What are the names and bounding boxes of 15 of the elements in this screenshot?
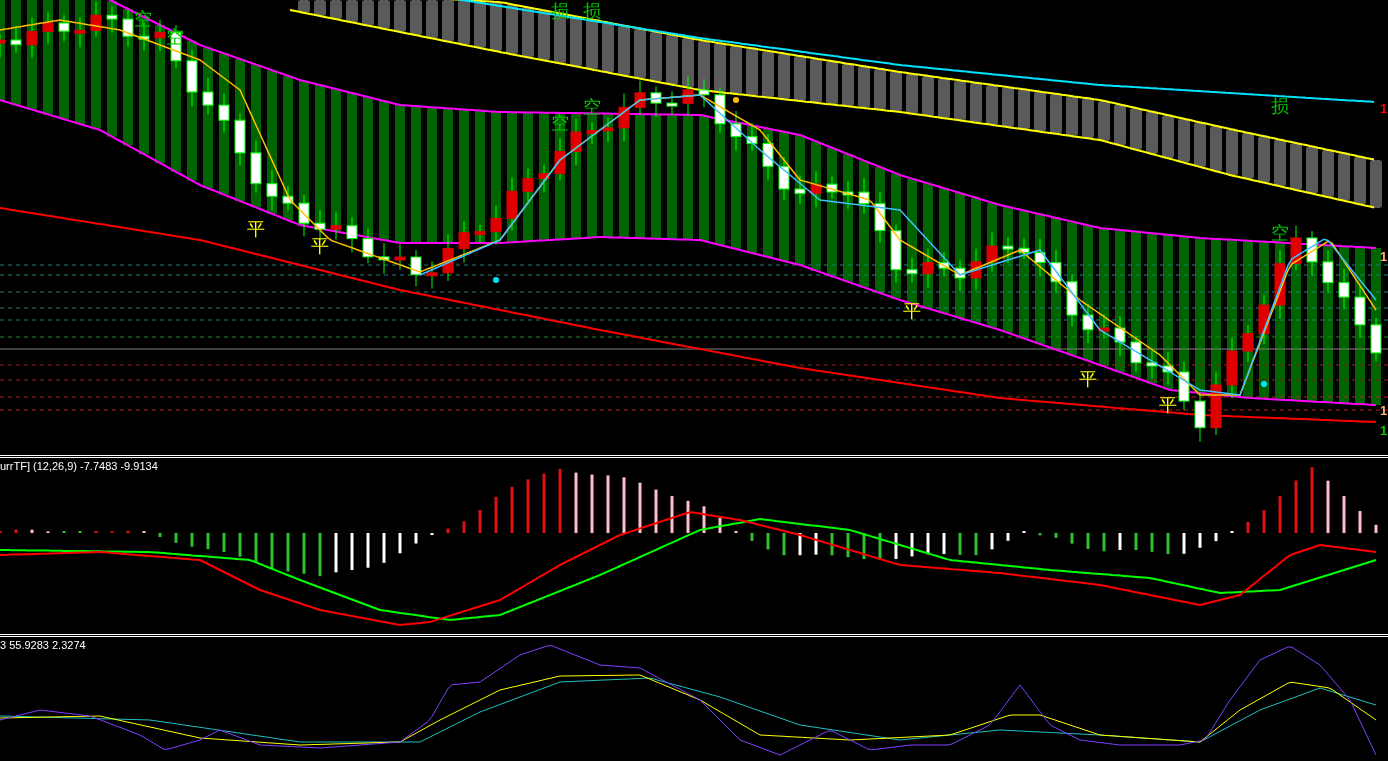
price-scale-label: 1 [1380, 403, 1388, 418]
close-signal-label: 平 [903, 301, 921, 321]
close-signal-label: 平 [311, 236, 329, 256]
close-signal-label: 平 [1079, 369, 1097, 389]
close-signal-label: 平 [247, 219, 265, 239]
price-scale-label: 1 [1380, 423, 1388, 438]
open-signal-label: 空 [583, 97, 601, 117]
stop-signal-label: 损 [583, 1, 601, 21]
stop-signal-label: 损 [1271, 96, 1289, 116]
price-scale-label: 1 [1380, 101, 1388, 116]
close-signal-label: 平 [1159, 395, 1177, 415]
indicator-label: 3 55.9283 2.3274 [0, 639, 86, 651]
indicator-label: urrTF] (12,26,9) -7.7483 -9.9134 [0, 460, 158, 472]
price-scale-label: 1 [1380, 249, 1388, 264]
open-signal-label: 空 [1271, 223, 1289, 243]
